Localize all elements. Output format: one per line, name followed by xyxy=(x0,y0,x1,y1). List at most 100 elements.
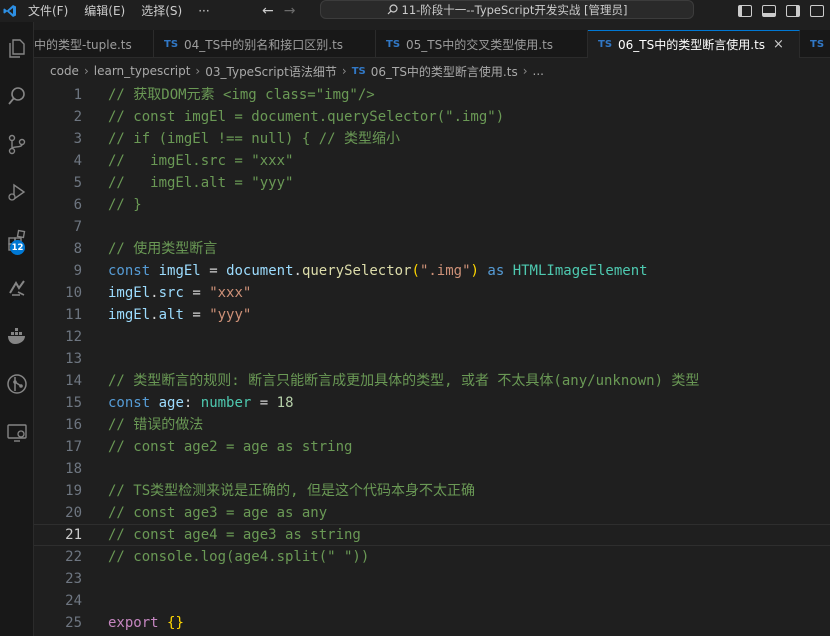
line-number: 7 xyxy=(73,219,82,235)
explorer-icon[interactable] xyxy=(0,28,34,68)
line-number: 15 xyxy=(65,395,82,411)
code-line[interactable]: 12 xyxy=(34,326,830,348)
code-line[interactable]: 2 // const imgEl = document.querySelector… xyxy=(34,106,830,128)
code-text: export {} xyxy=(108,615,184,631)
menu-bar: 文件(F) 编辑(E) 选择(S) ··· xyxy=(20,0,218,22)
title-bar: 文件(F) 编辑(E) 选择(S) ··· ← → 11-阶段十一--TypeS… xyxy=(0,0,830,22)
code-line[interactable]: 1 // 获取DOM元素 <img class="img"/> xyxy=(34,84,830,106)
close-icon[interactable]: × xyxy=(773,37,784,52)
breadcrumb-item[interactable]: code xyxy=(50,64,79,78)
tab-type-assertion[interactable]: TS 06_TS中的类型断言使用.ts × xyxy=(588,30,800,58)
code-text: // const imgEl = document.querySelector(… xyxy=(108,109,505,125)
typescript-file-icon: TS xyxy=(386,38,401,50)
forward-arrow-icon[interactable]: → xyxy=(284,3,296,19)
docker-icon[interactable] xyxy=(0,316,34,356)
tab-alias-interface[interactable]: TS 04_TS中的别名和接口区别.ts xyxy=(154,30,376,58)
line-number: 19 xyxy=(65,483,82,499)
breadcrumb-item[interactable]: learn_typescript xyxy=(94,64,191,78)
line-number: 10 xyxy=(65,285,82,301)
typescript-file-icon: TS xyxy=(598,39,613,50)
code-text: // imgEl.alt = "yyy" xyxy=(108,175,294,191)
code-line[interactable]: 5 // imgEl.alt = "yyy" xyxy=(34,172,830,194)
code-line[interactable]: 17 // const age2 = age as string xyxy=(34,436,830,458)
search-icon[interactable] xyxy=(0,76,34,116)
toggle-panel-icon[interactable] xyxy=(762,5,776,17)
code-line[interactable]: 21 // const age4 = age3 as string xyxy=(34,524,830,546)
line-number: 18 xyxy=(65,461,82,477)
toggle-secondary-sidebar-icon[interactable] xyxy=(786,5,800,17)
window-title: 11-阶段十一--TypeScript开发实战 [管理员] xyxy=(401,2,628,17)
code-text: // TS类型检测来说是正确的, 但是这个代码本身不太正确 xyxy=(108,483,475,499)
chevron-right-icon: › xyxy=(522,64,528,78)
code-line[interactable]: 22 // console.log(age4.split(" ")) xyxy=(34,546,830,568)
line-number: 21 xyxy=(65,527,82,543)
back-arrow-icon[interactable]: ← xyxy=(262,3,274,19)
code-text: // imgEl.src = "xxx" xyxy=(108,153,294,169)
tab-label: 04_TS中的别名和接口区别.ts xyxy=(184,37,344,52)
code-line[interactable]: 14 // 类型断言的规则: 断言只能断言成更加具体的类型, 或者 不太具体(an… xyxy=(34,370,830,392)
breadcrumb-item[interactable]: ... xyxy=(533,64,544,78)
code-line[interactable]: 20 // const age3 = age as any xyxy=(34,502,830,524)
line-number: 17 xyxy=(65,439,82,455)
code-line[interactable]: 13 xyxy=(34,348,830,370)
tab-intersection-type[interactable]: TS 05_TS中的交叉类型使用.ts xyxy=(376,30,588,58)
editor-tabs: 中的类型-tuple.ts TS 04_TS中的别名和接口区别.ts TS 05… xyxy=(34,30,830,58)
code-text: const age: number = 18 xyxy=(108,395,294,411)
menu-more[interactable]: ··· xyxy=(190,0,217,22)
source-control-icon[interactable] xyxy=(0,124,34,164)
git-graph-icon[interactable] xyxy=(0,364,34,404)
code-text: // if (imgEl !== null) { // 类型缩小 xyxy=(108,131,401,147)
line-number: 24 xyxy=(65,593,82,609)
code-line[interactable]: 3 // if (imgEl !== null) { // 类型缩小 xyxy=(34,128,830,150)
remote-window-icon[interactable] xyxy=(0,412,34,452)
tab-tuple[interactable]: 中的类型-tuple.ts xyxy=(34,30,154,58)
line-number: 4 xyxy=(73,153,82,169)
code-line[interactable]: 15 const age: number = 18 xyxy=(34,392,830,414)
typescript-file-icon: TS xyxy=(810,38,825,50)
code-line[interactable]: 8 // 使用类型断言 xyxy=(34,238,830,260)
code-line[interactable]: 25 export {} xyxy=(34,612,830,634)
breadcrumb: code › learn_typescript › 03_TypeScript语… xyxy=(34,58,830,84)
code-line[interactable]: 23 xyxy=(34,568,830,590)
menu-selection[interactable]: 选择(S) xyxy=(133,0,190,22)
code-text: // const age2 = age as string xyxy=(108,439,353,455)
remote-explorer-icon[interactable] xyxy=(0,268,34,308)
chevron-right-icon: › xyxy=(195,64,201,78)
code-line[interactable]: 7 xyxy=(34,216,830,238)
code-text: // 类型断言的规则: 断言只能断言成更加具体的类型, 或者 不太具体(any/… xyxy=(108,373,700,389)
extensions-badge: 12 xyxy=(10,240,25,255)
code-line[interactable]: 18 xyxy=(34,458,830,480)
chevron-right-icon: › xyxy=(341,64,347,78)
code-line[interactable]: 6 // } xyxy=(34,194,830,216)
code-line[interactable]: 24 xyxy=(34,590,830,612)
menu-edit[interactable]: 编辑(E) xyxy=(76,0,133,22)
tab-overflow[interactable]: TS xyxy=(800,30,830,58)
menu-file[interactable]: 文件(F) xyxy=(20,0,76,22)
line-number: 25 xyxy=(65,615,82,631)
line-number: 11 xyxy=(65,307,82,323)
code-line[interactable]: 9 const imgEl = document.querySelector(".… xyxy=(34,260,830,282)
code-text: imgEl.src = "xxx" xyxy=(108,285,252,301)
toggle-primary-sidebar-icon[interactable] xyxy=(738,5,752,17)
extensions-icon[interactable]: 12 xyxy=(0,220,34,260)
navigation-arrows: ← → xyxy=(262,0,295,22)
code-line[interactable]: 11 imgEl.alt = "yyy" xyxy=(34,304,830,326)
code-line[interactable]: 16 // 错误的做法 xyxy=(34,414,830,436)
run-debug-icon[interactable] xyxy=(0,172,34,212)
line-number: 5 xyxy=(73,175,82,191)
search-icon xyxy=(387,4,398,15)
line-number: 6 xyxy=(73,197,82,213)
layout-controls xyxy=(738,0,830,22)
code-editor[interactable]: 1 // 获取DOM元素 <img class="img"/> 2 // const … xyxy=(34,84,830,636)
breadcrumb-item[interactable]: 03_TypeScript语法细节 xyxy=(205,63,337,80)
line-number: 23 xyxy=(65,571,82,587)
code-line[interactable]: 4 // imgEl.src = "xxx" xyxy=(34,150,830,172)
breadcrumb-item[interactable]: 06_TS中的类型断言使用.ts xyxy=(371,63,518,80)
code-line[interactable]: 19 // TS类型检测来说是正确的, 但是这个代码本身不太正确 xyxy=(34,480,830,502)
line-number: 1 xyxy=(73,87,82,103)
customize-layout-icon[interactable] xyxy=(810,5,824,17)
typescript-file-icon: TS xyxy=(351,65,366,77)
command-center[interactable]: 11-阶段十一--TypeScript开发实战 [管理员] xyxy=(320,0,694,19)
code-line[interactable]: 10 imgEl.src = "xxx" xyxy=(34,282,830,304)
code-text: // } xyxy=(108,197,142,213)
